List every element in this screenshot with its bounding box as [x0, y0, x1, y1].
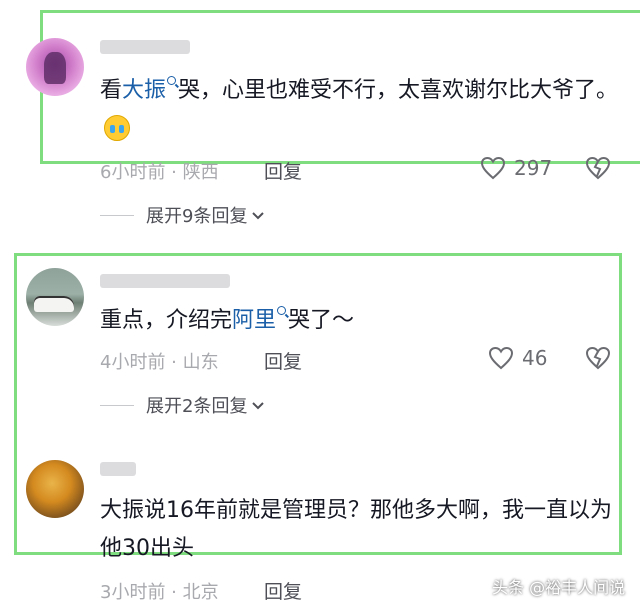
- comment-text: 重点，介绍完阿里 哭了～: [100, 302, 620, 340]
- like-count: 297: [514, 156, 553, 180]
- broken-heart-icon: [584, 346, 612, 370]
- avatar[interactable]: [26, 460, 84, 518]
- comment-text: 看大振 哭，心里也难受不行，太喜欢谢尔比大爷了。: [100, 72, 620, 149]
- expand-replies-button[interactable]: 展开2条回复: [100, 392, 265, 418]
- comment-meta: 3小时前 · 北京: [100, 582, 219, 603]
- avatar[interactable]: [26, 268, 84, 326]
- comment-text: 大振说16年前就是管理员？那他多大啊，我一直以为他30出头: [100, 498, 612, 561]
- expand-label: 展开9条回复: [146, 206, 248, 227]
- username-blurred[interactable]: [100, 274, 230, 288]
- comment-meta: 6小时前 · 陕西: [100, 162, 219, 183]
- like-button[interactable]: 46: [488, 346, 547, 370]
- heart-icon: [488, 346, 514, 370]
- heart-icon: [480, 156, 506, 180]
- keyword-link[interactable]: 阿里: [232, 308, 276, 333]
- dislike-button[interactable]: [584, 346, 612, 370]
- divider: [100, 214, 134, 216]
- expand-label: 展开2条回复: [146, 396, 248, 417]
- expand-replies-button[interactable]: 展开9条回复: [100, 202, 265, 228]
- avatar[interactable]: [26, 38, 84, 96]
- reply-button[interactable]: 回复: [264, 577, 302, 604]
- username-blurred[interactable]: [100, 40, 190, 54]
- crying-emoji-icon: [104, 115, 130, 141]
- comment-text-part: 看: [100, 78, 123, 103]
- like-button[interactable]: 297: [480, 156, 552, 180]
- comment-text-part: 重点，介绍完: [100, 308, 233, 333]
- comment-text-part: 哭了～: [288, 308, 355, 333]
- keyword-link[interactable]: 大振: [122, 78, 166, 103]
- comment-text-part: 哭，心里也难受不行，太喜欢谢尔比大爷了。: [178, 78, 619, 103]
- comment-meta: 4小时前 · 山东: [100, 352, 219, 373]
- like-count: 46: [522, 346, 548, 370]
- divider: [100, 404, 134, 406]
- search-icon[interactable]: [277, 306, 287, 315]
- chevron-down-icon: [251, 395, 265, 416]
- watermark: 头条 @裕丰人间说: [492, 578, 626, 597]
- reply-button[interactable]: 回复: [264, 347, 302, 374]
- chevron-down-icon: [251, 205, 265, 226]
- reply-button[interactable]: 回复: [264, 157, 302, 184]
- search-icon[interactable]: [167, 76, 177, 85]
- username-blurred[interactable]: [100, 462, 136, 476]
- broken-heart-icon: [584, 156, 612, 180]
- dislike-button[interactable]: [584, 156, 612, 180]
